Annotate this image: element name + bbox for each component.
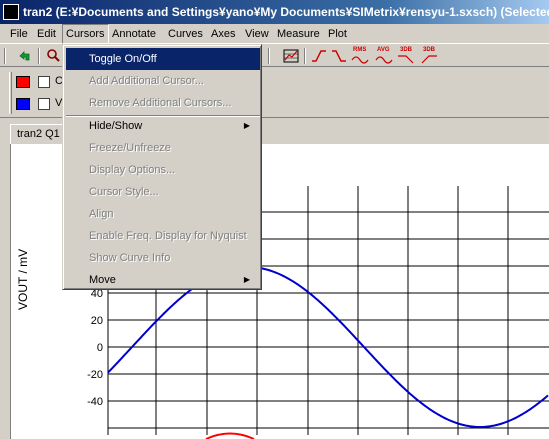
cursors-menu: Toggle On/Off Add Additional Cursor... R…	[62, 44, 262, 290]
menu-item-cursor-style[interactable]: Cursor Style...	[66, 181, 260, 203]
menu-item-hide-show-label: Hide/Show	[89, 120, 143, 132]
db3-high-icon[interactable]: 3DB	[420, 47, 438, 65]
menu-item-freeze[interactable]: Freeze/Unfreeze	[66, 137, 260, 159]
menu-axes[interactable]: Axes	[207, 24, 239, 44]
menu-edit[interactable]: Edit	[33, 24, 60, 44]
menu-file[interactable]: File	[6, 24, 32, 44]
menu-item-display-options[interactable]: Display Options...	[66, 159, 260, 181]
submenu-arrow-icon: ▶	[243, 275, 250, 284]
menu-view[interactable]: View	[241, 24, 273, 44]
tab-tran2-q1[interactable]: tran2 Q1	[10, 124, 67, 144]
menu-item-hide-show[interactable]: Hide/Show ▶	[66, 115, 260, 137]
rms-icon[interactable]: RMS	[351, 47, 369, 65]
menu-item-add-cursor[interactable]: Add Additional Cursor...	[66, 70, 260, 92]
legend-checkbox-red[interactable]	[38, 76, 50, 88]
rise-edge-icon[interactable]	[310, 47, 328, 65]
panel-grip[interactable]	[9, 72, 12, 114]
menu-item-enable-freq[interactable]: Enable Freq. Display for Nyquist	[66, 225, 260, 247]
menu-item-remove-cursors[interactable]: Remove Additional Cursors...	[66, 92, 260, 114]
menu-item-move-label: Move	[89, 274, 116, 286]
menu-bar: File Edit Cursors Annotate Curves Axes V…	[0, 24, 549, 44]
menu-cursors[interactable]: Cursors	[62, 24, 109, 44]
menu-item-toggle-on-off[interactable]: Toggle On/Off	[66, 48, 260, 70]
legend-swatch-red	[16, 76, 30, 88]
title-bar: tran2 (E:¥Documents and Settings¥yano¥My…	[0, 0, 549, 24]
window-title: tran2 (E:¥Documents and Settings¥yano¥My…	[23, 5, 549, 19]
menu-item-align[interactable]: Align	[66, 203, 260, 225]
legend-swatch-blue	[16, 98, 30, 110]
submenu-arrow-icon: ▶	[243, 121, 250, 130]
fall-edge-icon[interactable]	[330, 47, 348, 65]
avg-icon[interactable]: AVG	[375, 47, 393, 65]
db3-icon[interactable]: 3DB	[397, 47, 415, 65]
app-icon[interactable]	[3, 4, 19, 20]
undo-icon[interactable]	[16, 47, 34, 65]
menu-item-move[interactable]: Move ▶	[66, 269, 260, 291]
menu-curves[interactable]: Curves	[164, 24, 207, 44]
menu-measure[interactable]: Measure	[273, 24, 324, 44]
menu-plot[interactable]: Plot	[324, 24, 351, 44]
y-axis-label: VOUT / mV	[16, 248, 30, 310]
menu-annotate[interactable]: Annotate	[108, 24, 160, 44]
zoom-icon[interactable]	[44, 47, 62, 65]
menu-item-show-curve-info[interactable]: Show Curve Info	[66, 247, 260, 269]
chart-icon[interactable]	[282, 47, 300, 65]
legend-checkbox-blue[interactable]	[38, 98, 50, 110]
